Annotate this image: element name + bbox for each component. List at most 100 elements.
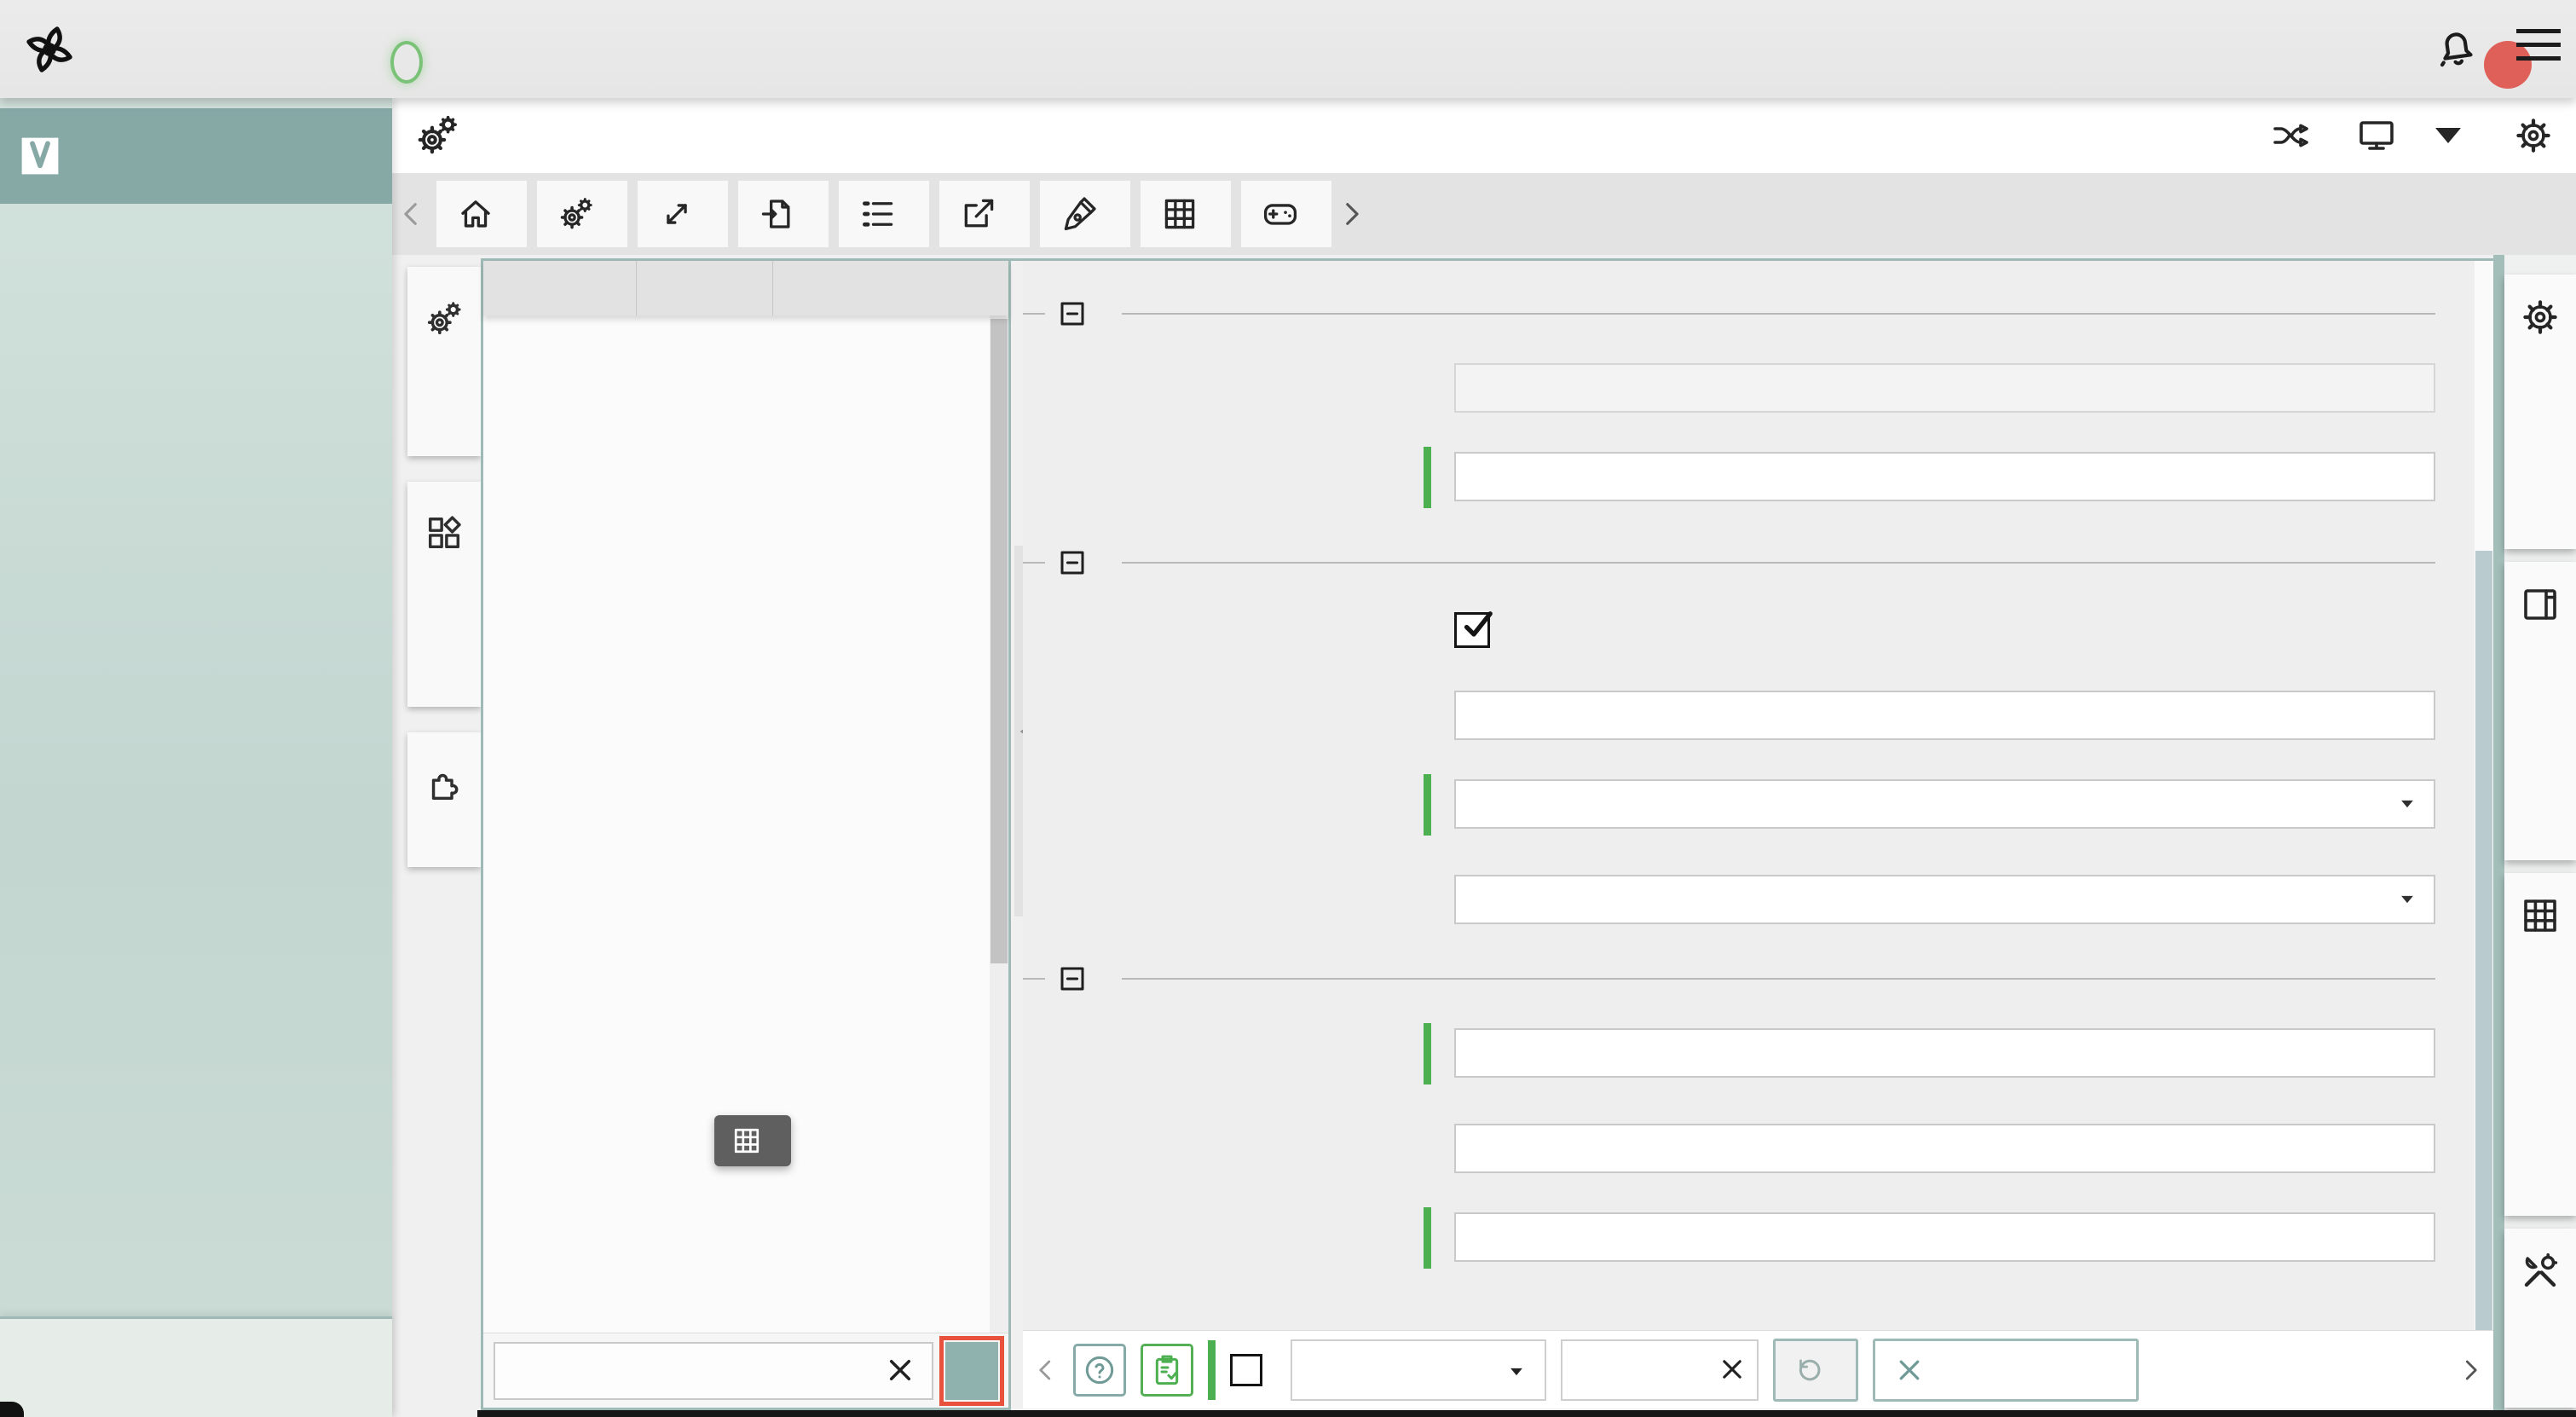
not-default-checkbox[interactable] — [1230, 1354, 1262, 1386]
column-header-name[interactable] — [483, 261, 637, 315]
field-komponenten-id — [1057, 363, 2435, 413]
collapse-section-icon[interactable] — [1057, 963, 1088, 994]
opensearch-index-select[interactable] — [1454, 779, 2435, 829]
tab-process-monitoring[interactable] — [1141, 181, 1231, 247]
field-label — [1057, 875, 1424, 924]
field-label — [1057, 691, 1424, 740]
bpc-logo-icon — [17, 133, 63, 179]
standardwerte-button[interactable] — [1773, 1339, 1858, 1402]
collapse-section-icon[interactable] — [1057, 298, 1088, 329]
valid-indicator — [1424, 774, 1431, 836]
valid-indicator — [1424, 1207, 1431, 1269]
clear-filter-icon[interactable] — [1718, 1355, 1747, 1384]
add-component-button[interactable] — [945, 1342, 998, 1400]
row-tooltip — [714, 1115, 791, 1166]
pen-icon — [1060, 195, 1098, 233]
theme-change-button[interactable] — [2356, 115, 2469, 156]
clear-filter-icon[interactable] — [884, 1354, 916, 1386]
tabs-scroll-left-icon[interactable] — [397, 195, 426, 233]
toolbar-scroll-right-icon[interactable] — [2458, 1351, 2483, 1389]
field-control — [1454, 363, 2435, 413]
datums-format-input[interactable] — [1454, 691, 2435, 740]
menu-hamburger-icon[interactable] — [2516, 29, 2561, 61]
column-header-id[interactable] — [637, 261, 773, 315]
list-icon — [859, 195, 897, 233]
component-list-panel — [481, 258, 1011, 1410]
form-filter-field — [1561, 1339, 1759, 1401]
field-spalten-id — [1057, 1028, 2435, 1084]
widgets-icon — [425, 514, 464, 553]
module-tabbar — [392, 173, 2576, 255]
main-area — [392, 98, 2576, 1417]
toolbar-scroll-left-icon[interactable] — [1033, 1351, 1059, 1389]
tab-core-services[interactable] — [537, 181, 627, 247]
zeitstempel-spalte-input[interactable] — [1454, 1212, 2435, 1262]
tabs-scroll-right-icon[interactable] — [1337, 195, 1366, 233]
company-logo-icon[interactable] — [19, 19, 80, 80]
rtab-einstellungen[interactable] — [2504, 275, 2576, 549]
filter-input[interactable] — [494, 1342, 933, 1400]
tab-demo-anwendung[interactable] — [1241, 181, 1331, 247]
opensearch-historien-index-select[interactable] — [1454, 875, 2435, 924]
dropdown-arrow-icon[interactable] — [2396, 890, 2418, 909]
clipboard-button[interactable] — [1141, 1344, 1193, 1397]
list-header — [483, 261, 1008, 315]
chevron-down-icon — [2428, 115, 2469, 156]
clipboard-check-icon — [1150, 1353, 1184, 1387]
tab-log-service[interactable] — [839, 181, 929, 247]
sidebar-collapse-button[interactable] — [0, 1316, 392, 1417]
tab-html-content[interactable] — [1040, 181, 1130, 247]
valid-indicator — [1424, 447, 1431, 508]
form-scrollbar[interactable] — [2475, 261, 2493, 1330]
scrollbar-thumb[interactable] — [991, 319, 1008, 963]
dropdown-arrow-icon — [1505, 1362, 1528, 1381]
rtab-ansichten-verwalten[interactable] — [2504, 562, 2576, 860]
grid-icon — [2520, 895, 2561, 936]
panel-layout-icon — [2520, 584, 2561, 625]
vtab-allgemein[interactable] — [407, 267, 481, 456]
rtab-editor[interactable] — [2504, 1229, 2576, 1408]
tab-backend-connections[interactable] — [638, 181, 728, 247]
vtab-plugins[interactable] — [407, 732, 481, 867]
filter-field — [494, 1342, 933, 1400]
modulname-input[interactable] — [1454, 452, 2435, 501]
form-scroll-area — [1023, 261, 2475, 1330]
collapse-section-icon[interactable] — [1057, 547, 1088, 578]
tab-uebersicht[interactable] — [436, 181, 527, 247]
shuffle-icon[interactable] — [2271, 115, 2312, 156]
x-icon — [1894, 1355, 1925, 1385]
field-control — [1454, 612, 2435, 648]
tab-replication[interactable] — [738, 181, 829, 247]
view-mode-select[interactable] — [1291, 1339, 1546, 1401]
status-indicator — [390, 41, 423, 84]
list-scrollbar[interactable] — [990, 315, 1008, 1333]
form-toolbar — [1023, 1330, 2493, 1408]
field-datums-format — [1057, 691, 2435, 740]
komponenten-id-input[interactable] — [1454, 363, 2435, 413]
auto-update-checkbox[interactable] — [1454, 612, 1490, 648]
field-label — [1057, 612, 1424, 648]
notifications-bell-icon[interactable] — [2429, 20, 2483, 74]
vtab-komponenten[interactable] — [407, 482, 481, 707]
configuration-form-panel — [1023, 258, 2493, 1408]
section-modul-konfiguration — [1057, 298, 2435, 329]
spalten-id-input[interactable] — [1454, 1028, 2435, 1078]
external-box-icon — [960, 195, 997, 233]
field-label — [1057, 452, 1424, 508]
not-default-checkbox-group[interactable] — [1230, 1354, 1276, 1386]
help-button[interactable] — [1073, 1344, 1126, 1397]
field-control — [1454, 875, 2435, 924]
monitor-icon — [2356, 115, 2397, 156]
discard-changes-button[interactable] — [1873, 1339, 2139, 1402]
scrollbar-thumb[interactable] — [2475, 551, 2492, 1408]
history-id-input[interactable] — [1454, 1124, 2435, 1173]
tab-external-content[interactable] — [939, 181, 1030, 247]
field-control — [1454, 1028, 2435, 1084]
tools-icon — [2520, 1251, 2561, 1292]
dropdown-arrow-icon[interactable] — [2396, 795, 2418, 813]
field-opensearch-index — [1057, 779, 2435, 836]
settings-gear-icon[interactable] — [2513, 115, 2554, 156]
field-control — [1454, 1212, 2435, 1269]
rtab-spaltenkonfigurator[interactable] — [2504, 873, 2576, 1216]
category-tabs — [407, 267, 481, 867]
